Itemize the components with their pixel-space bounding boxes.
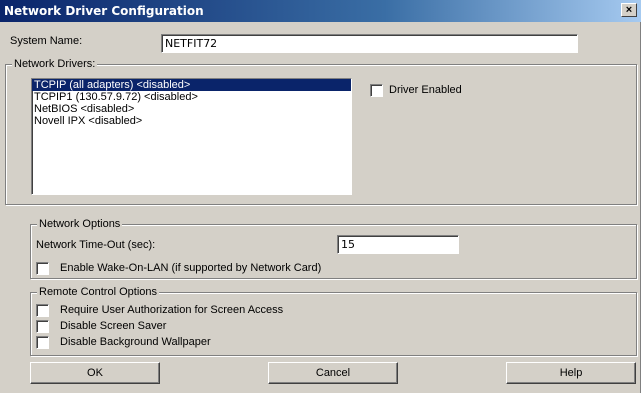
driver-item-netbios[interactable]: NetBIOS <disabled> [32,103,351,115]
wake-on-lan-checkbox[interactable] [36,262,49,275]
driver-enabled-checkbox[interactable] [370,84,383,97]
driver-item-tcpip-all[interactable]: TCPIP (all adapters) <disabled> [32,79,351,91]
driver-enabled-label: Driver Enabled [389,84,462,96]
network-drivers-list[interactable]: TCPIP (all adapters) <disabled> TCPIP1 (… [31,78,352,195]
ok-button[interactable]: OK [30,362,160,384]
close-button[interactable]: × [621,3,637,17]
disable-screen-saver-label: Disable Screen Saver [60,320,167,332]
driver-item-tcpip1[interactable]: TCPIP1 (130.57.9.72) <disabled> [32,91,351,103]
title-bar[interactable]: Network Driver Configuration × [0,0,641,22]
network-timeout-label: Network Time-Out (sec): [36,239,156,251]
window-title: Network Driver Configuration [4,4,204,18]
driver-item-novell-ipx[interactable]: Novell IPX <disabled> [32,115,351,127]
cancel-button[interactable]: Cancel [268,362,398,384]
remote-control-legend: Remote Control Options [37,286,159,298]
system-name-label: System Name: [10,35,83,47]
network-drivers-legend: Network Drivers: [12,58,98,70]
disable-wallpaper-checkbox[interactable] [36,336,49,349]
require-authorization-checkbox[interactable] [36,304,49,317]
network-timeout-input[interactable]: 15 [337,235,459,254]
disable-wallpaper-label: Disable Background Wallpaper [60,336,211,348]
disable-screen-saver-checkbox[interactable] [36,320,49,333]
help-button[interactable]: Help [506,362,636,384]
wake-on-lan-label: Enable Wake-On-LAN (if supported by Netw… [60,262,322,274]
network-driver-dialog: Network Driver Configuration × System Na… [0,0,641,393]
network-options-legend: Network Options [37,218,123,230]
require-authorization-label: Require User Authorization for Screen Ac… [60,304,284,316]
system-name-input[interactable]: NETFIT72 [161,34,578,53]
